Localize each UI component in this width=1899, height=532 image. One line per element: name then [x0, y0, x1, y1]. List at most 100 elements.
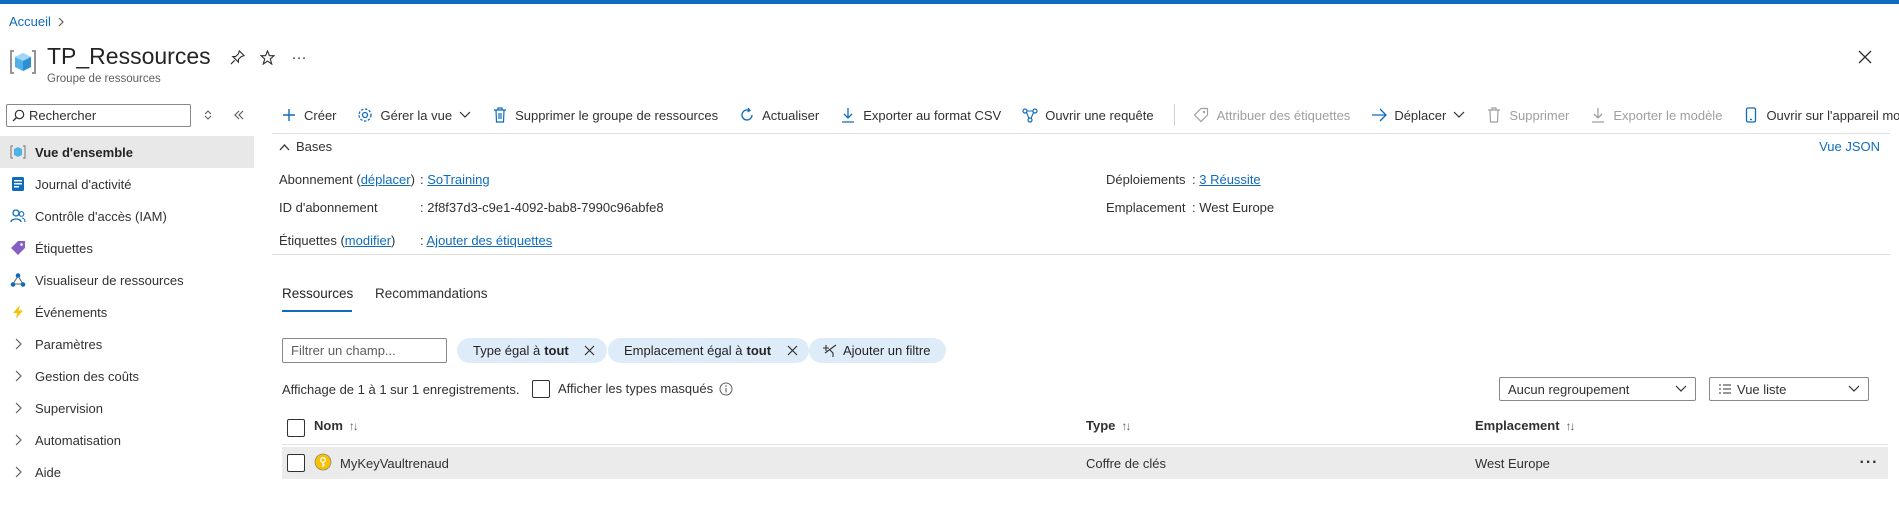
subscription-value: : SoTraining — [420, 172, 490, 187]
subscription-id-text: 2f8f37d3-c9e1-4092-bab8-7990c96abfe8 — [427, 200, 664, 215]
toolbar-divider — [1173, 104, 1175, 126]
delete-button[interactable]: Supprimer — [1485, 107, 1569, 124]
search-icon — [12, 109, 25, 122]
sidebar-item-monitoring[interactable]: Supervision — [0, 392, 254, 424]
subscription-move-link[interactable]: déplacer — [361, 172, 411, 187]
column-header-type[interactable]: Type ↑↓ — [1086, 418, 1131, 433]
create-button[interactable]: Créer — [280, 107, 337, 124]
info-icon[interactable] — [719, 382, 733, 396]
open-mobile-button[interactable]: Ouvrir sur l'appareil mobile — [1742, 107, 1899, 124]
move-label: Déplacer — [1394, 107, 1447, 123]
add-tags-link[interactable]: Ajouter des étiquettes — [427, 233, 553, 248]
list-view-icon — [1718, 384, 1732, 394]
resource-location-cell: West Europe — [1475, 456, 1550, 471]
more-options-icon[interactable]: ··· — [288, 46, 310, 68]
query-graph-icon — [1021, 107, 1038, 124]
sidebar-item-automation[interactable]: Automatisation — [0, 424, 254, 456]
view-mode-content: Vue liste — [1718, 382, 1786, 397]
sidebar-item-label: Automatisation — [35, 432, 121, 448]
deployments-link[interactable]: 3 Réussite — [1199, 172, 1260, 187]
close-icon[interactable] — [1853, 45, 1877, 69]
chevron-right-icon — [10, 464, 26, 480]
move-button[interactable]: Déplacer — [1370, 107, 1465, 124]
filter-field-input[interactable] — [282, 338, 447, 363]
remove-filter-icon[interactable] — [583, 344, 597, 358]
column-header-location[interactable]: Emplacement ↑↓ — [1475, 418, 1576, 433]
tab-recommendations[interactable]: Recommandations — [375, 286, 488, 301]
location-filter-label: Emplacement égal à — [624, 343, 743, 358]
active-tab-indicator — [282, 310, 352, 312]
sidebar-item-tags[interactable]: Étiquettes — [0, 232, 254, 264]
delete-label: Supprimer — [1509, 107, 1570, 123]
sidebar-item-overview[interactable]: Vue d'ensemble — [0, 136, 254, 168]
sidebar-search-input[interactable] — [29, 108, 179, 123]
type-filter-pill[interactable]: Type égal à tout — [457, 338, 607, 363]
sidebar-item-label: Journal d'activité — [35, 176, 132, 192]
chevron-right-icon — [10, 400, 26, 416]
lightning-icon — [10, 304, 26, 320]
row-checkbox[interactable] — [287, 454, 305, 472]
refresh-label: Actualiser — [762, 107, 820, 123]
favorite-star-icon[interactable] — [256, 46, 278, 68]
sidebar-item-cost-management[interactable]: Gestion des coûts — [0, 360, 254, 392]
sidebar-item-settings[interactable]: Paramètres — [0, 328, 254, 360]
tags-modify-link[interactable]: modifier — [345, 233, 391, 248]
view-mode-dropdown[interactable]: Vue liste — [1709, 377, 1869, 401]
table-row[interactable] — [282, 447, 1888, 479]
sidebar-item-activity-log[interactable]: Journal d'activité — [0, 168, 254, 200]
resource-type-cell: Coffre de clés — [1086, 456, 1166, 471]
location-filter-value: tout — [746, 343, 772, 358]
toolbar-divider-line — [272, 133, 1890, 134]
refresh-button[interactable]: Actualiser — [738, 107, 819, 124]
people-icon — [10, 208, 26, 224]
deployments-label: Déploiements — [1106, 172, 1186, 187]
plus-icon — [280, 107, 297, 124]
resource-name-link[interactable]: MyKeyVaultrenaud — [340, 456, 449, 471]
column-name-label: Nom — [314, 418, 343, 433]
sidebar-search[interactable] — [6, 104, 191, 127]
chevron-down-icon — [1848, 385, 1860, 393]
assign-tags-button[interactable]: Attribuer des étiquettes — [1193, 107, 1350, 124]
expand-collapse-all-icon[interactable] — [199, 106, 217, 124]
breadcrumb-home-link[interactable]: Accueil — [9, 14, 51, 29]
pin-icon[interactable] — [226, 46, 248, 68]
sidebar-item-access-control[interactable]: Contrôle d'accès (IAM) — [0, 200, 254, 232]
show-hidden-types-checkbox[interactable] — [532, 380, 550, 398]
sidebar-item-label: Contrôle d'accès (IAM) — [35, 208, 167, 224]
delete-resource-group-label: Supprimer le groupe de ressources — [515, 107, 719, 123]
sidebar-item-resource-visualizer[interactable]: Visualiseur de ressources — [0, 264, 254, 296]
deployments-value: : 3 Réussite — [1192, 172, 1261, 187]
chevron-right-icon — [10, 368, 26, 384]
location-value: : West Europe — [1192, 200, 1275, 215]
row-more-options-icon[interactable]: ··· — [1857, 454, 1881, 471]
add-filter-button[interactable]: Ajouter un filtre — [809, 338, 947, 363]
open-query-button[interactable]: Ouvrir une requête — [1021, 107, 1154, 124]
column-header-name[interactable]: Nom ↑↓ — [314, 418, 359, 433]
resource-visualizer-icon — [10, 272, 26, 288]
tag-icon — [1193, 107, 1210, 124]
subscription-link[interactable]: SoTraining — [427, 172, 489, 187]
collapse-sidebar-icon[interactable] — [230, 106, 248, 124]
activity-log-icon — [10, 176, 26, 192]
location-filter-pill[interactable]: Emplacement égal à tout — [608, 338, 810, 363]
sidebar-item-help[interactable]: Aide — [0, 456, 254, 488]
grouping-dropdown[interactable]: Aucun regroupement — [1499, 377, 1696, 401]
tags-label-text: Étiquettes — [279, 233, 337, 248]
subscription-id-label: ID d'abonnement — [279, 200, 378, 215]
delete-resource-group-button[interactable]: Supprimer le groupe de ressources — [491, 107, 718, 124]
location-text: West Europe — [1199, 200, 1275, 215]
select-all-checkbox[interactable] — [287, 419, 305, 437]
json-view-link[interactable]: Vue JSON — [1819, 139, 1880, 154]
export-csv-button[interactable]: Exporter au format CSV — [839, 107, 1001, 124]
tab-resources[interactable]: Ressources — [282, 286, 353, 301]
export-template-label: Exporter le modèle — [1613, 107, 1723, 123]
chevron-down-icon — [1675, 385, 1687, 393]
remove-filter-icon[interactable] — [785, 344, 799, 358]
export-template-button[interactable]: Exporter le modèle — [1589, 107, 1722, 124]
manage-view-button[interactable]: Gérer la vue — [357, 107, 472, 124]
essentials-toggle[interactable]: Bases — [279, 139, 332, 154]
sidebar-item-label: Paramètres — [35, 336, 103, 352]
show-hidden-types-label: Afficher les types masqués — [558, 381, 714, 396]
sidebar-item-label: Aide — [35, 464, 62, 480]
sidebar-item-events[interactable]: Événements — [0, 296, 254, 328]
